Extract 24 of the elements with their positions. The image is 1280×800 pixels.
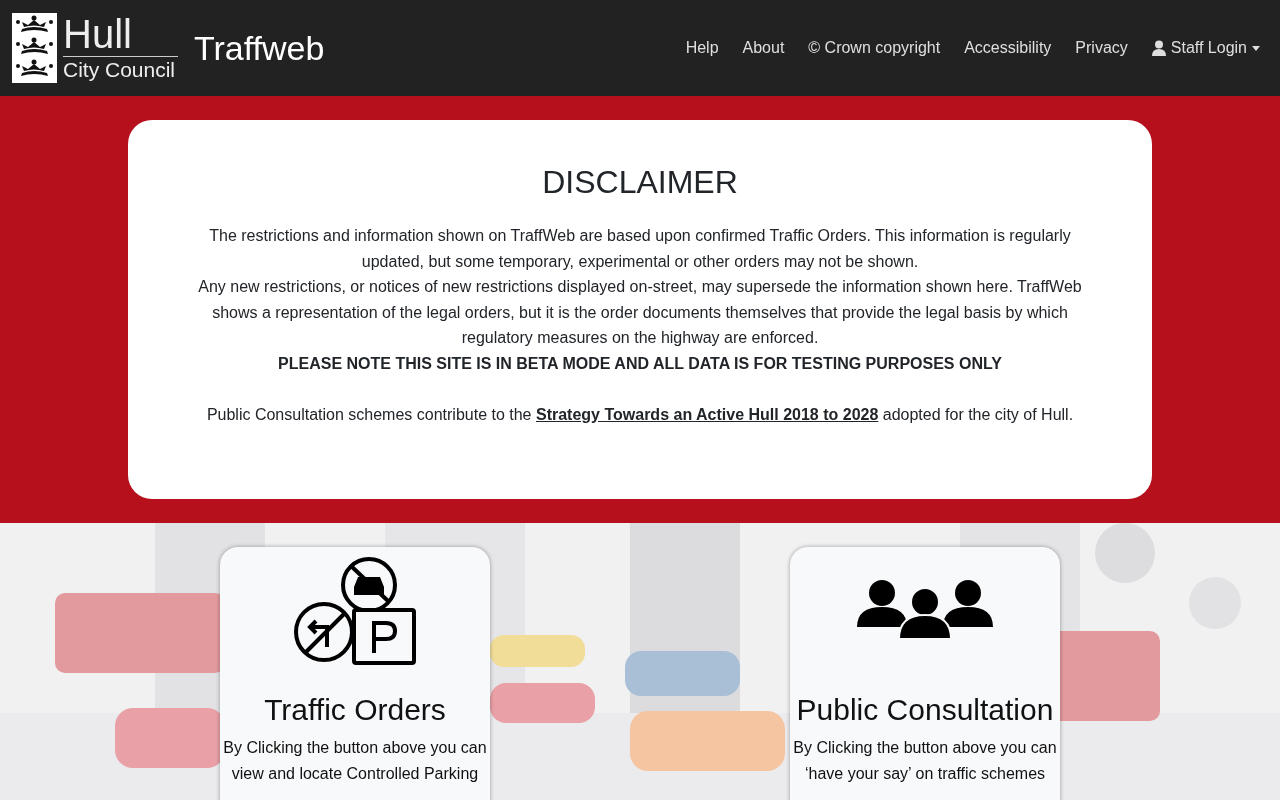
beta-notice: PLEASE NOTE THIS SITE IS IN BETA MODE AND ALL DATA IS FOR TESTING PURPOSES ONLY xyxy=(277,353,1003,374)
disclaimer-heading: DISCLAIMER xyxy=(541,164,739,201)
nav-link[interactable]: © Crown copyright xyxy=(796,31,953,65)
logo-subtitle: City Council xyxy=(63,56,177,83)
consultation-text: Public Consultation schemes contribute to the Strategy Towards an Active Hull 2018 to 2028 adopted for the city of Hull. xyxy=(205,405,1075,426)
nav-link[interactable]: Privacy xyxy=(1063,31,1140,65)
nav-link[interactable]: Accessibility xyxy=(952,31,1064,65)
logo-name: Hull xyxy=(63,13,178,57)
site-title: Traffweb xyxy=(194,28,325,68)
card-title: Traffic Orders xyxy=(263,693,447,727)
nav-link[interactable]: About xyxy=(730,31,797,65)
card-title: Public Consultation xyxy=(795,693,1055,727)
caret-icon xyxy=(1252,45,1260,51)
card-description: By Clicking the button above you can ‘have your say’ on traffic schemes xyxy=(792,738,1058,784)
crowns-icon xyxy=(12,13,57,83)
traffic-signs-icon xyxy=(294,557,416,665)
group-icon xyxy=(857,577,993,639)
disclaimer-text: The restrictions and information shown on TraffWeb are based upon confirmed Traffic Orders. This information is regularly updated, but some temporary, experimental or other orders may not be shown. xyxy=(208,226,1072,272)
strategy-link[interactable]: Strategy Towards an Active Hull 2018 to 2028 xyxy=(535,406,879,424)
card-description: By Clicking the button above you can view and locate Controlled Parking xyxy=(222,738,488,784)
nav-link[interactable]: Help xyxy=(673,31,731,65)
disclaimer-text: Any new restrictions, or notices of new restrictions displayed on-street, may supersede the information shown here. TraffWeb shows a representation of the legal orders, but it is the order documents themselves that provide the legal basis by which regulatory measures on the highway are enforced. xyxy=(198,277,1082,349)
user-icon xyxy=(1151,40,1166,56)
staff-login-dropdown[interactable]: Staff Login xyxy=(1139,31,1268,65)
